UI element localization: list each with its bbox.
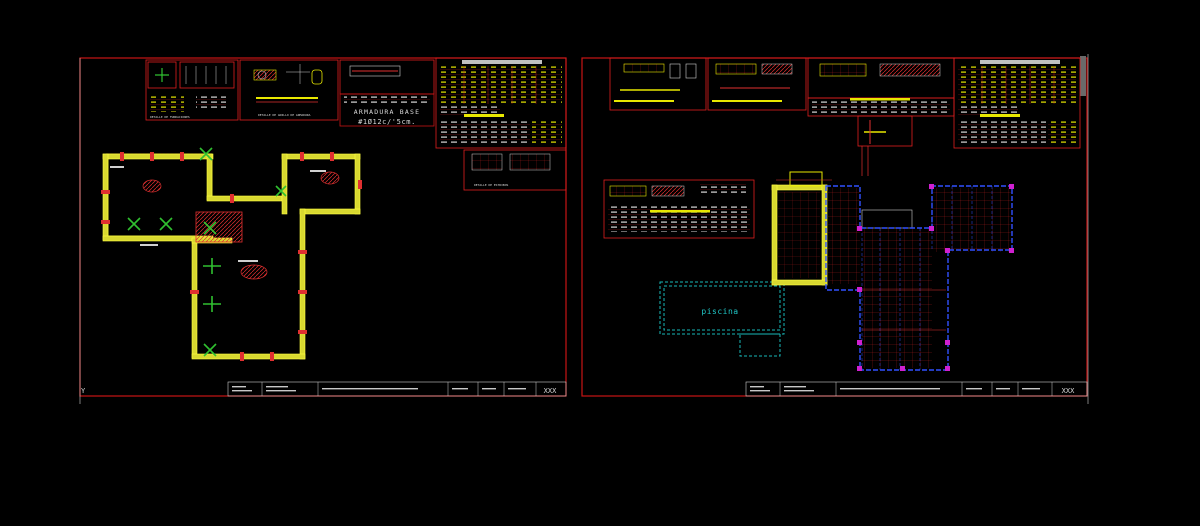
scrollbar-thumb[interactable] <box>1080 56 1086 96</box>
pool[interactable]: piscina <box>659 281 785 357</box>
right-notes-box[interactable] <box>603 179 755 239</box>
right-sheet-code: XXX <box>1062 387 1075 395</box>
left-detail-boxes[interactable]: DETALLE DE FUNDACIONES DETALLE DE ANILLO… <box>145 59 435 127</box>
pool-label: piscina <box>701 307 738 316</box>
slab-plan[interactable] <box>825 184 1014 371</box>
left-spec-table[interactable]: DETALLE DE ESTRIBOS <box>435 57 567 191</box>
right-title-block[interactable]: XXX <box>745 381 1088 397</box>
column-detail[interactable] <box>857 115 913 176</box>
right-wall-structure[interactable] <box>771 171 832 286</box>
right-detail-boxes[interactable] <box>609 57 955 117</box>
armadura-title: ARMADURA BASE <box>354 108 420 116</box>
left-sheet-code: XXX <box>544 387 557 395</box>
svg-text:DETALLE DE FUNDACIONES: DETALLE DE FUNDACIONES <box>150 115 190 119</box>
left-sheet[interactable]: DETALLE DE FUNDACIONES DETALLE DE ANILLO… <box>79 57 567 404</box>
right-spec-table[interactable] <box>953 57 1081 149</box>
svg-text:DETALLE DE ESTRIBOS: DETALLE DE ESTRIBOS <box>474 183 509 187</box>
left-foundation-plan[interactable] <box>101 147 362 361</box>
svg-text:DETALLE DE ANILLO DE ARMADURA: DETALLE DE ANILLO DE ARMADURA <box>258 113 311 117</box>
cad-viewport[interactable]: DETALLE DE FUNDACIONES DETALLE DE ANILLO… <box>0 0 1200 522</box>
drawing-canvas[interactable]: DETALLE DE FUNDACIONES DETALLE DE ANILLO… <box>0 0 1200 522</box>
right-sheet[interactable]: piscina XXX <box>581 54 1089 404</box>
armadura-spec: #1Ø12c/'5cm. <box>358 118 416 126</box>
left-title-block[interactable]: XXX Y <box>81 381 567 397</box>
axis-icon: Y <box>81 387 86 395</box>
